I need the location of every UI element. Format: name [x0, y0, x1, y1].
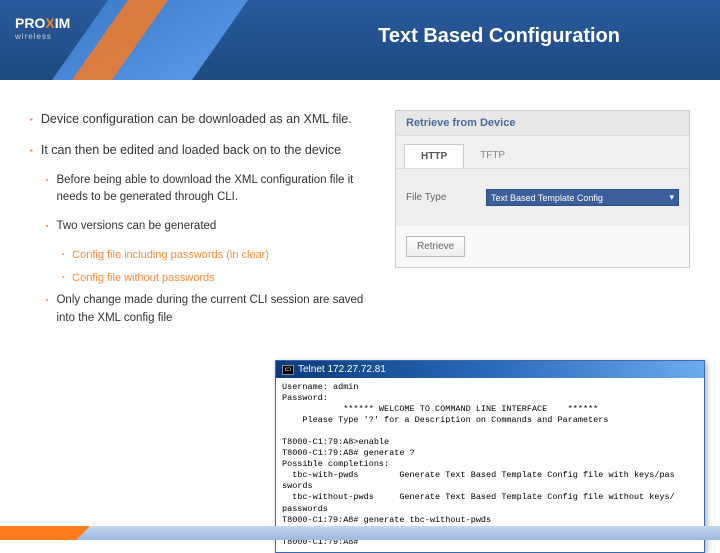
page-title: Text Based Configuration — [378, 25, 620, 48]
bullet-list: Device configuration can be downloaded a… — [30, 110, 375, 339]
footer-stripe — [0, 526, 720, 540]
file-type-row: File Type Text Based Template Config ▾ — [406, 189, 679, 206]
bullet-item: Device configuration can be downloaded a… — [30, 110, 375, 129]
panel-footer: Retrieve — [396, 226, 689, 267]
file-type-select[interactable]: Text Based Template Config ▾ — [486, 189, 679, 206]
bullet-item: Only change made during the current CLI … — [46, 292, 375, 327]
file-type-label: File Type — [406, 192, 486, 203]
bullet-text: Config file including passwords (in clea… — [72, 247, 269, 264]
logo-x: X — [45, 15, 54, 31]
panel-body: File Type Text Based Template Config ▾ — [396, 169, 689, 226]
bullet-text: Two versions can be generated — [56, 218, 216, 235]
select-value: Text Based Template Config — [491, 193, 603, 203]
screenshot-panel: Retrieve from Device HTTP TFTP File Type… — [395, 110, 690, 339]
bullet-text: Config file without passwords — [72, 270, 214, 287]
logo: PROXIM wireless — [15, 15, 70, 41]
slide-header: PROXIM wireless Text Based Configuration — [0, 0, 720, 80]
retrieve-panel: Retrieve from Device HTTP TFTP File Type… — [395, 110, 690, 268]
bullet-text: Only change made during the current CLI … — [56, 292, 375, 327]
bullet-text: Device configuration can be downloaded a… — [41, 110, 352, 129]
bullet-item: Config file without passwords — [62, 270, 375, 287]
terminal-titlebar: c:\ Telnet 172.27.72.81 — [276, 361, 704, 378]
tab-tftp[interactable]: TFTP — [464, 144, 521, 168]
panel-header: Retrieve from Device — [396, 111, 689, 136]
chevron-down-icon: ▾ — [669, 192, 674, 203]
bullet-item: Before being able to download the XML co… — [46, 172, 375, 207]
bullet-item: Config file including passwords (in clea… — [62, 247, 375, 264]
terminal-icon: c:\ — [282, 365, 294, 375]
logo-pre: PRO — [15, 15, 45, 31]
content-area: Device configuration can be downloaded a… — [0, 80, 720, 349]
bullet-item: Two versions can be generated — [46, 218, 375, 235]
retrieve-button[interactable]: Retrieve — [406, 236, 465, 257]
logo-subtext: wireless — [15, 32, 70, 41]
tab-http[interactable]: HTTP — [404, 144, 464, 168]
tab-strip: HTTP TFTP — [396, 136, 689, 169]
bullet-text: It can then be edited and loaded back on… — [41, 141, 341, 160]
bullet-text: Before being able to download the XML co… — [56, 172, 375, 207]
terminal-window: c:\ Telnet 172.27.72.81 Username: admin … — [275, 360, 705, 553]
bullet-item: It can then be edited and loaded back on… — [30, 141, 375, 160]
logo-post: IM — [55, 15, 71, 31]
terminal-title: Telnet 172.27.72.81 — [298, 364, 386, 375]
